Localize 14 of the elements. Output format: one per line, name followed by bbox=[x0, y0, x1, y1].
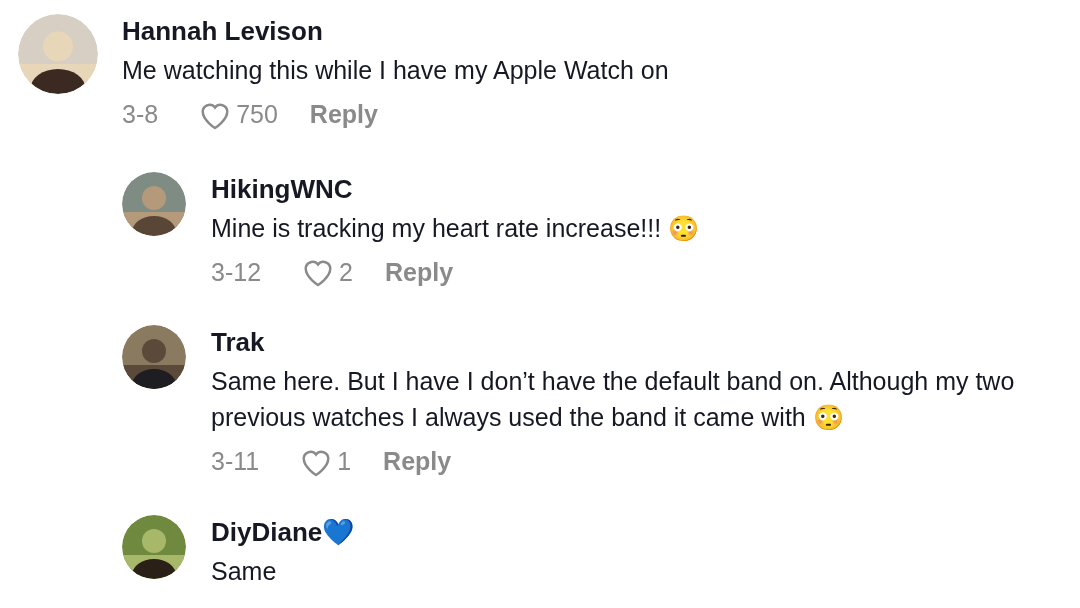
username[interactable]: Trak bbox=[211, 325, 1068, 359]
comment-text: Same bbox=[211, 555, 278, 587]
comment-text: Same here. But I have I don’t have the default band on. Although my two previous watches I always used the band it came with 😳 bbox=[211, 366, 1016, 433]
username[interactable]: DiyDiane💙 bbox=[211, 514, 1068, 549]
comment-text: Me watching this while I have my Apple Watch on bbox=[122, 55, 670, 86]
comment-date: 3-8 bbox=[122, 99, 159, 130]
comment-date: 3-12 bbox=[211, 256, 262, 288]
username[interactable]: Hannah Levison bbox=[122, 14, 1068, 48]
username[interactable]: HikingWNC bbox=[211, 171, 1068, 206]
like-count: 1 bbox=[337, 446, 352, 477]
comment-text: Mine is tracking my heart rate increase!!! 😳 bbox=[211, 212, 701, 244]
like-count: 2 bbox=[339, 256, 353, 288]
like-count: 750 bbox=[236, 99, 278, 130]
comment-date: 3-11 bbox=[211, 446, 260, 477]
